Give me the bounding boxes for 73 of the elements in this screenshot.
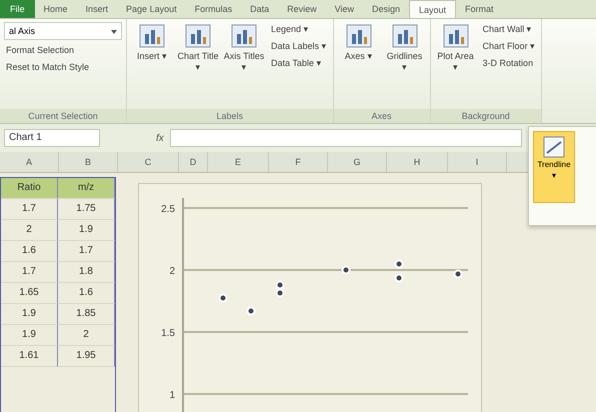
column-header[interactable]: A — [0, 152, 59, 172]
ribbon-tab[interactable]: Page Layout — [117, 0, 186, 18]
ribbon-button[interactable]: Gridlines ▾ — [384, 22, 426, 109]
ribbon-tab[interactable]: View — [326, 0, 363, 18]
table-cell: 1.9 — [58, 220, 115, 241]
chart-icon — [231, 24, 257, 48]
group-label: Current Selection — [0, 109, 126, 123]
ribbon-button[interactable]: Insert ▾ — [131, 22, 173, 109]
column-header[interactable]: G — [328, 152, 387, 172]
table-cell: 1.6 — [58, 283, 115, 304]
formula-field[interactable] — [170, 129, 522, 147]
column-header[interactable]: B — [59, 152, 118, 172]
table-cell: 1.9 — [1, 304, 58, 325]
ribbon-command[interactable]: Chart Wall ▾ — [480, 22, 538, 36]
axis-tick-label: 1 — [169, 390, 175, 401]
ribbon-tab[interactable]: Design — [363, 0, 410, 18]
element-dropdown[interactable]: al Axis — [4, 22, 122, 40]
column-header[interactable]: H — [387, 152, 448, 172]
axis-tick-label: 2.5 — [161, 204, 175, 215]
table-cell: 1.65 — [1, 283, 58, 304]
ribbon-command[interactable]: Reset to Match Style — [4, 60, 122, 74]
ribbon-tab[interactable]: Formulas — [186, 0, 242, 18]
column-header[interactable]: F — [269, 152, 328, 172]
table-cell: 1.7 — [1, 262, 58, 283]
table-cell: 1.8 — [58, 262, 115, 283]
ribbon-button[interactable]: Axes ▾ — [338, 22, 380, 109]
axis-tick-label: 2 — [169, 266, 175, 277]
ribbon-button[interactable]: Chart Title ▾ — [177, 22, 219, 109]
group-label: Background — [430, 109, 542, 123]
table-cell: 2 — [58, 325, 115, 346]
table-cell: 1.7 — [58, 241, 115, 262]
group-label: Axes — [334, 109, 430, 123]
column-header[interactable]: I — [448, 152, 507, 172]
axis-tick-label: 1.5 — [161, 328, 175, 339]
chart-icon — [442, 24, 469, 48]
table-cell: 1.95 — [58, 346, 115, 367]
column-header[interactable]: E — [208, 152, 269, 172]
ribbon-command[interactable]: Chart Floor ▾ — [480, 39, 538, 53]
ribbon-tab[interactable]: Home — [34, 0, 77, 18]
ribbon-tab[interactable]: Insert — [76, 0, 118, 18]
table-cell: 1.85 — [58, 304, 115, 325]
column-header[interactable]: C — [118, 152, 179, 172]
table-cell: Ratio — [1, 178, 58, 199]
table-cell: 1.7 — [1, 199, 58, 220]
trendline-button[interactable]: Trendline ▾ — [533, 131, 575, 203]
table-cell: 1.61 — [1, 346, 58, 367]
function-label: fx — [156, 132, 164, 144]
ribbon-tab[interactable]: Layout — [409, 0, 456, 18]
table-cell: 1.6 — [1, 241, 58, 262]
chart-icon — [139, 24, 165, 48]
ribbon-command[interactable]: 3-D Rotation — [480, 56, 538, 70]
ribbon-tab[interactable]: Format — [456, 0, 503, 18]
group-label: Labels — [127, 109, 333, 123]
column-header[interactable]: D — [179, 152, 208, 172]
ribbon-tab[interactable]: Data — [241, 0, 278, 18]
name-box[interactable]: Chart 1 — [4, 129, 100, 147]
chart-area[interactable]: 2.5 2 1.5 1 — [138, 183, 482, 412]
chart-icon — [185, 24, 211, 48]
ribbon-command[interactable]: Format Selection — [4, 43, 122, 57]
ribbon-command[interactable]: Data Table ▾ — [269, 56, 329, 70]
table-cell: 2 — [1, 220, 58, 241]
chart-icon — [346, 24, 372, 48]
ribbon-command[interactable]: Legend ▾ — [269, 22, 329, 36]
trendline-icon — [543, 136, 565, 158]
ribbon-tab[interactable]: File — [0, 0, 35, 18]
table-cell: 1.75 — [58, 199, 115, 220]
table-cell: m/z — [58, 178, 115, 199]
ribbon-command[interactable]: Data Labels ▾ — [269, 39, 329, 53]
ribbon-button[interactable]: Axis Titles ▾ — [223, 22, 265, 109]
ribbon-tab[interactable]: Review — [278, 0, 326, 18]
chart-icon — [392, 24, 418, 48]
ribbon-button[interactable]: Plot Area ▾ — [434, 22, 477, 109]
table-cell: 1.9 — [1, 325, 58, 346]
